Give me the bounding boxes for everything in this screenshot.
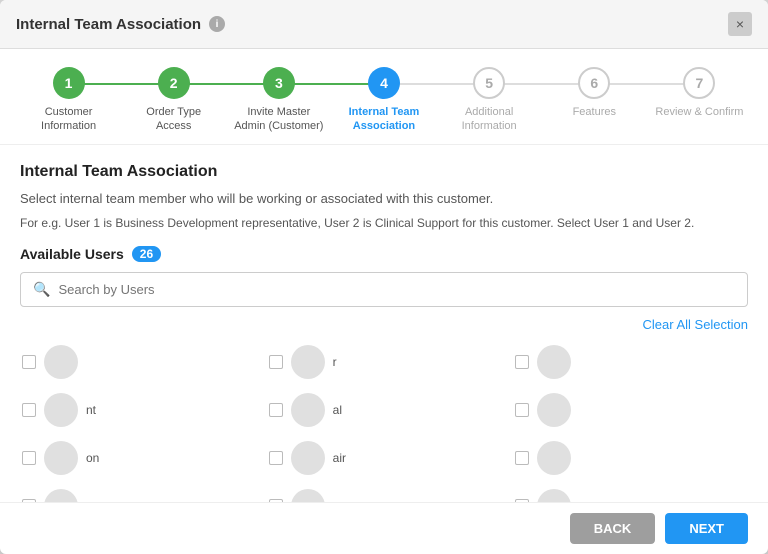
step-circle-7: 7 [683,67,715,99]
list-item [513,436,748,480]
user-checkbox[interactable] [22,499,36,502]
back-button[interactable]: BACK [570,513,656,544]
search-box: 🔍 [20,272,748,307]
list-item [513,340,748,384]
list-item: x [267,484,502,502]
modal-container: Internal Team Association i × 1 Customer… [0,0,768,554]
step-circle-3: 3 [263,67,295,99]
avatar [291,489,325,502]
list-item [513,388,748,432]
user-checkbox[interactable] [269,451,283,465]
user-name: x [333,499,339,502]
user-checkbox[interactable] [269,403,283,417]
users-grid: r nt al [20,340,748,502]
user-checkbox[interactable] [515,355,529,369]
search-input[interactable] [58,282,735,297]
search-icon: 🔍 [33,281,50,298]
step-label-1: CustomerInformation [41,105,96,134]
modal-title-text: Internal Team Association [16,16,201,33]
step-3: 3 Invite MasterAdmin (Customer) [226,67,331,134]
avatar [44,489,78,502]
step-circle-1: 1 [53,67,85,99]
step-7: 7 Review & Confirm [647,67,752,119]
list-item [20,340,255,384]
user-name: on [86,451,99,465]
example-text: For e.g. User 1 is Business Development … [20,214,748,232]
section-title: Internal Team Association [20,163,748,181]
user-checkbox[interactable] [515,403,529,417]
list-item [513,484,748,502]
avatar [537,345,571,379]
list-item: air [267,436,502,480]
avatar [44,393,78,427]
step-6: 6 Features [542,67,647,119]
close-button[interactable]: × [728,12,752,36]
avatar [291,345,325,379]
avatar [537,441,571,475]
modal-header: Internal Team Association i × [0,0,768,49]
user-checkbox[interactable] [22,403,36,417]
next-button[interactable]: NEXT [665,513,748,544]
info-icon[interactable]: i [209,16,225,32]
list-item: al [267,388,502,432]
step-5: 5 AdditionalInformation [437,67,542,134]
user-name: r [333,355,337,369]
step-1: 1 CustomerInformation [16,67,121,134]
avatar [291,393,325,427]
available-users-label: Available Users [20,246,124,262]
step-label-3: Invite MasterAdmin (Customer) [234,105,323,134]
list-item: r [267,340,502,384]
description-text: Select internal team member who will be … [20,189,748,209]
user-checkbox[interactable] [515,451,529,465]
user-name: air [333,451,346,465]
step-circle-5: 5 [473,67,505,99]
user-name: nt [86,403,96,417]
clear-all-row: Clear All Selection [20,317,748,332]
avatar [44,441,78,475]
step-label-5: AdditionalInformation [462,105,517,134]
user-checkbox[interactable] [515,499,529,502]
stepper: 1 CustomerInformation 2 Order Type Acces… [0,49,768,145]
user-checkbox[interactable] [22,355,36,369]
user-checkbox[interactable] [269,499,283,502]
modal-footer: BACK NEXT [0,502,768,554]
avatar [44,345,78,379]
step-label-4: Internal TeamAssociation [349,105,420,134]
step-4: 4 Internal TeamAssociation [331,67,436,134]
modal-body: Internal Team Association Select interna… [0,145,768,502]
clear-all-link[interactable]: Clear All Selection [643,317,749,332]
step-circle-2: 2 [158,67,190,99]
list-item [20,484,255,502]
step-circle-4: 4 [368,67,400,99]
user-name: al [333,403,342,417]
step-label-2: Order Type Access [129,105,219,134]
step-2: 2 Order Type Access [121,67,226,134]
avatar [537,393,571,427]
user-checkbox[interactable] [22,451,36,465]
step-label-7: Review & Confirm [655,105,743,119]
avatar [537,489,571,502]
list-item: nt [20,388,255,432]
modal-title-row: Internal Team Association i [16,16,225,33]
user-checkbox[interactable] [269,355,283,369]
step-label-6: Features [573,105,616,119]
list-item: on [20,436,255,480]
step-circle-6: 6 [578,67,610,99]
avatar [291,441,325,475]
available-users-row: Available Users 26 [20,246,748,262]
users-badge: 26 [132,246,161,262]
